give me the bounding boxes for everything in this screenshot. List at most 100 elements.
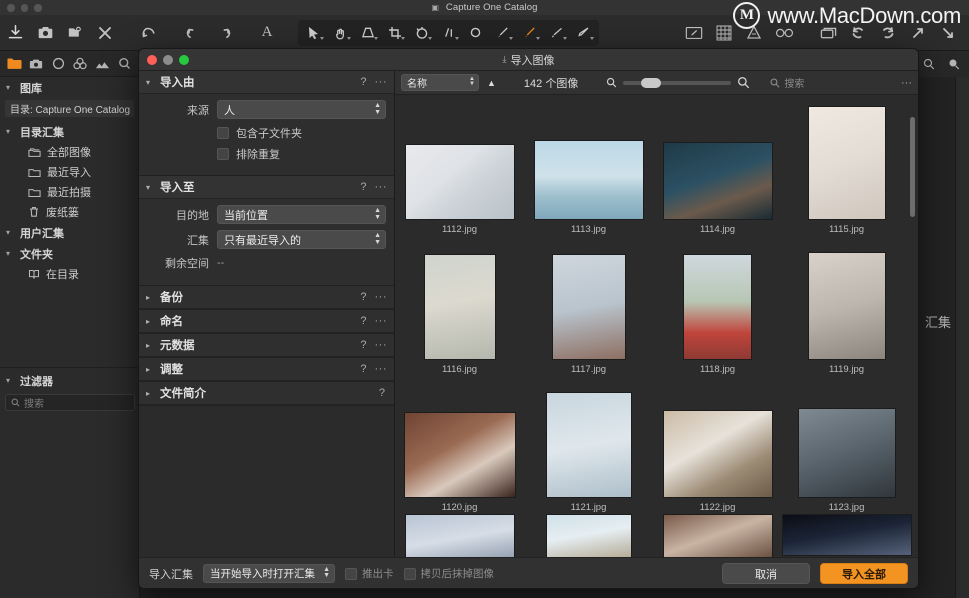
panel-menu-icon[interactable]: ··· (375, 181, 388, 193)
thumbnail-image[interactable] (663, 515, 772, 557)
thumbnail-cell[interactable] (653, 515, 782, 557)
panel-menu-icon[interactable]: ··· (375, 76, 388, 88)
spot-removal-tool-icon[interactable] (462, 21, 489, 45)
thumbnail-cell[interactable] (395, 515, 524, 557)
import-collection-select[interactable]: 当开始导入时打开汇集 ▲ ▼ (203, 564, 335, 583)
sidebar-section-user-collections[interactable]: ▾ 用户汇集 (0, 222, 139, 243)
thumbnail-image[interactable] (546, 515, 631, 557)
main-window-traffic-lights[interactable] (7, 4, 42, 12)
undo-all-icon[interactable] (134, 19, 164, 47)
main-close-button[interactable] (7, 4, 15, 12)
sidebar-item-recent-imports[interactable]: 最近导入 (0, 162, 139, 182)
thumbnail-cell[interactable]: 1114.jpg (653, 143, 782, 237)
sidebar-item-trash[interactable]: 废纸篓 (0, 202, 139, 222)
sidebar-section-filters[interactable]: ▾ 过滤器 (0, 370, 140, 391)
thumbnail-image[interactable] (546, 393, 631, 497)
thumbnail-size-slider-knob[interactable] (641, 77, 662, 88)
thumbnail-grid[interactable]: 1112.jpg 1113.jpg 1114.jpg 1115.jpg 1116… (395, 95, 918, 557)
panel-file-info-header[interactable]: ▸ 文件简介 ? (139, 382, 394, 405)
session-icon[interactable] (60, 19, 90, 47)
sidebar-item-all-images[interactable]: 全部图像 (0, 142, 139, 162)
panel-menu-icon[interactable]: ··· (375, 315, 388, 327)
sidebar-item-exposure[interactable] (91, 54, 113, 74)
zoom-in-icon[interactable] (737, 76, 750, 89)
thumbnail-cell[interactable]: 1118.jpg (653, 255, 782, 377)
thumbnail-cell[interactable]: 1115.jpg (782, 107, 911, 237)
thumbnail-image[interactable] (405, 145, 514, 219)
help-icon[interactable]: ? (360, 363, 366, 375)
sidebar-item-capture[interactable] (25, 54, 47, 74)
thumbnail-cell[interactable]: 1121.jpg (524, 393, 653, 515)
thumbnail-cell[interactable]: 1122.jpg (653, 411, 782, 515)
panel-import-from-header[interactable]: ▾ 导入由 ? ··· (139, 71, 394, 94)
destination-select[interactable]: 当前位置 ▲ ▼ (217, 205, 386, 224)
camera-icon[interactable] (30, 19, 60, 47)
stepper-icon[interactable]: ▲ ▼ (469, 76, 475, 87)
include-subfolders-checkbox[interactable] (217, 127, 229, 139)
thumbnail-cell[interactable]: 1123.jpg (782, 409, 911, 515)
right-zoom-out-icon[interactable] (918, 54, 940, 74)
pointer-tool-icon[interactable] (300, 21, 327, 45)
thumbnail-image[interactable] (404, 413, 515, 497)
help-icon[interactable]: ? (379, 387, 385, 399)
panel-menu-icon[interactable]: ··· (375, 363, 388, 375)
sidebar-item-recent-captures[interactable]: 最近拍摄 (0, 182, 139, 202)
filter-search-input[interactable]: 搜索 (5, 394, 135, 411)
thumbnail-cell[interactable]: 1116.jpg (395, 255, 524, 377)
panel-menu-icon[interactable]: ··· (375, 339, 388, 351)
sidebar-item-lens[interactable] (47, 54, 69, 74)
right-zoom-in-icon[interactable] (943, 54, 965, 74)
sort-direction-icon[interactable]: ▲ (487, 78, 496, 88)
thumbnail-size-slider[interactable] (623, 77, 732, 88)
eject-card-checkbox[interactable] (345, 567, 357, 580)
pan-hand-tool-icon[interactable] (327, 21, 354, 45)
dialog-zoom-button[interactable] (179, 54, 189, 65)
undo-icon[interactable] (178, 19, 208, 47)
stepper-icon[interactable]: ▲ ▼ (374, 102, 381, 116)
panel-menu-icon[interactable]: ··· (375, 291, 388, 303)
erase-after-copy-checkbox[interactable] (403, 567, 416, 580)
import-all-button[interactable]: 导入全部 (820, 563, 908, 584)
sort-select[interactable]: 名称 ▲ ▼ (401, 74, 479, 91)
sidebar-item-color[interactable] (69, 54, 91, 74)
draw-mask-tool-icon[interactable] (489, 21, 516, 45)
exclude-duplicates-checkbox[interactable] (217, 148, 229, 160)
panel-backup-header[interactable]: ▸ 备份 ? ··· (139, 286, 394, 309)
thumbnail-cell[interactable] (782, 515, 911, 555)
stepper-icon[interactable]: ▲ ▼ (323, 566, 330, 579)
thumbnail-image[interactable] (684, 255, 751, 359)
cancel-button[interactable]: 取消 (722, 563, 810, 584)
help-icon[interactable]: ? (360, 76, 366, 88)
zoom-out-icon[interactable] (606, 77, 617, 88)
thumbnail-image[interactable] (808, 107, 885, 219)
help-icon[interactable]: ? (360, 339, 366, 351)
eject-card-row[interactable]: 推出卡 (345, 566, 394, 581)
source-select[interactable]: 人 ▲ ▼ (217, 100, 386, 119)
import-icon[interactable] (0, 19, 30, 47)
crop-tool-icon[interactable] (381, 21, 408, 45)
thumbnail-cell[interactable]: 1117.jpg (524, 255, 653, 377)
sidebar-item-in-catalog[interactable]: 在目录 (0, 264, 139, 284)
thumbnail-image[interactable] (782, 515, 911, 555)
thumbnail-cell[interactable] (524, 515, 653, 557)
catalog-path-field[interactable]: 目录: Capture One Catalog (5, 100, 134, 117)
keystone-tool-icon[interactable] (354, 21, 381, 45)
thumbnail-image[interactable] (798, 409, 895, 497)
help-icon[interactable]: ? (360, 315, 366, 327)
brush-tool-icon[interactable] (543, 21, 570, 45)
text-tool-icon[interactable]: A (252, 19, 282, 47)
gradient-mask-tool-icon[interactable] (570, 21, 597, 45)
thumbnail-image[interactable] (424, 255, 495, 359)
thumbnail-cell[interactable]: 1119.jpg (782, 253, 911, 377)
browser-search-input[interactable]: 搜索 (770, 75, 804, 90)
browser-scrollbar[interactable] (910, 117, 915, 217)
thumbnail-cell[interactable]: 1113.jpg (524, 141, 653, 237)
exclude-duplicates-row[interactable]: 排除重复 (217, 146, 386, 162)
erase-after-copy-row[interactable]: 拷贝后抹掉图像 (403, 566, 494, 581)
sidebar-item-details[interactable] (113, 54, 135, 74)
sidebar-section-catalog-collections[interactable]: ▾ 目录汇集 (0, 121, 139, 142)
thumbnail-image[interactable] (405, 515, 514, 557)
rotate-tool-icon[interactable] (408, 21, 435, 45)
panel-metadata-header[interactable]: ▸ 元数据 ? ··· (139, 334, 394, 357)
help-icon[interactable]: ? (360, 291, 366, 303)
